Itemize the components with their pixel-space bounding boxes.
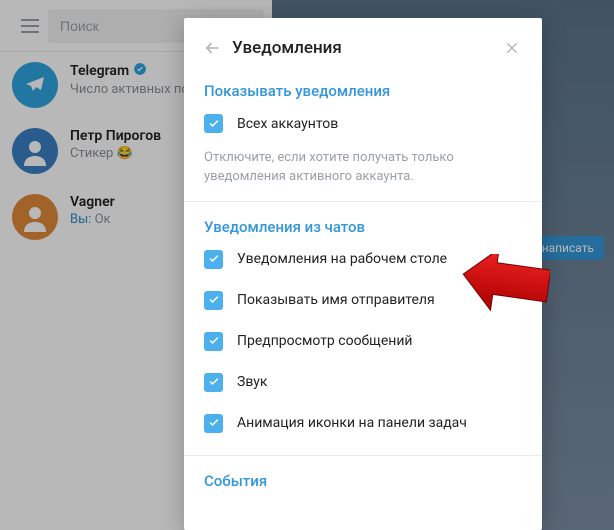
modal-header: Уведомления <box>184 18 542 76</box>
modal-body: Показывать уведомления Всех аккаунтов От… <box>184 76 542 512</box>
option-desktop-notifications[interactable]: Уведомления на рабочем столе <box>204 250 522 269</box>
checkbox-checked-icon[interactable] <box>204 414 223 433</box>
option-show-sender[interactable]: Показывать имя отправителя <box>204 291 522 310</box>
section-events: События <box>204 472 522 490</box>
hint-text: Отключите, если хотите получать только у… <box>204 149 522 187</box>
option-label: Звук <box>237 374 267 390</box>
option-label: Анимация иконки на панели задач <box>237 415 467 431</box>
option-label: Всех аккаунтов <box>237 116 338 132</box>
checkbox-checked-icon[interactable] <box>204 332 223 351</box>
option-sound[interactable]: Звук <box>204 373 522 392</box>
back-button[interactable] <box>198 34 226 62</box>
section-chat-notifications: Уведомления из чатов <box>204 218 522 236</box>
option-label: Показывать имя отправителя <box>237 292 435 308</box>
checkbox-checked-icon[interactable] <box>204 291 223 310</box>
option-label: Уведомления на рабочем столе <box>237 251 447 267</box>
checkbox-checked-icon[interactable] <box>204 114 223 133</box>
section-show-notifications: Показывать уведомления <box>204 82 522 100</box>
option-taskbar-animation[interactable]: Анимация иконки на панели задач <box>204 414 522 433</box>
modal-title: Уведомления <box>232 38 498 58</box>
option-message-preview[interactable]: Предпросмотр сообщений <box>204 332 522 351</box>
checkbox-checked-icon[interactable] <box>204 373 223 392</box>
divider <box>184 201 542 202</box>
close-button[interactable] <box>498 34 526 62</box>
notifications-modal: Уведомления Показывать уведомления Всех … <box>184 18 542 530</box>
checkbox-checked-icon[interactable] <box>204 250 223 269</box>
divider <box>184 455 542 456</box>
option-all-accounts[interactable]: Всех аккаунтов <box>204 114 522 133</box>
option-label: Предпросмотр сообщений <box>237 333 413 349</box>
